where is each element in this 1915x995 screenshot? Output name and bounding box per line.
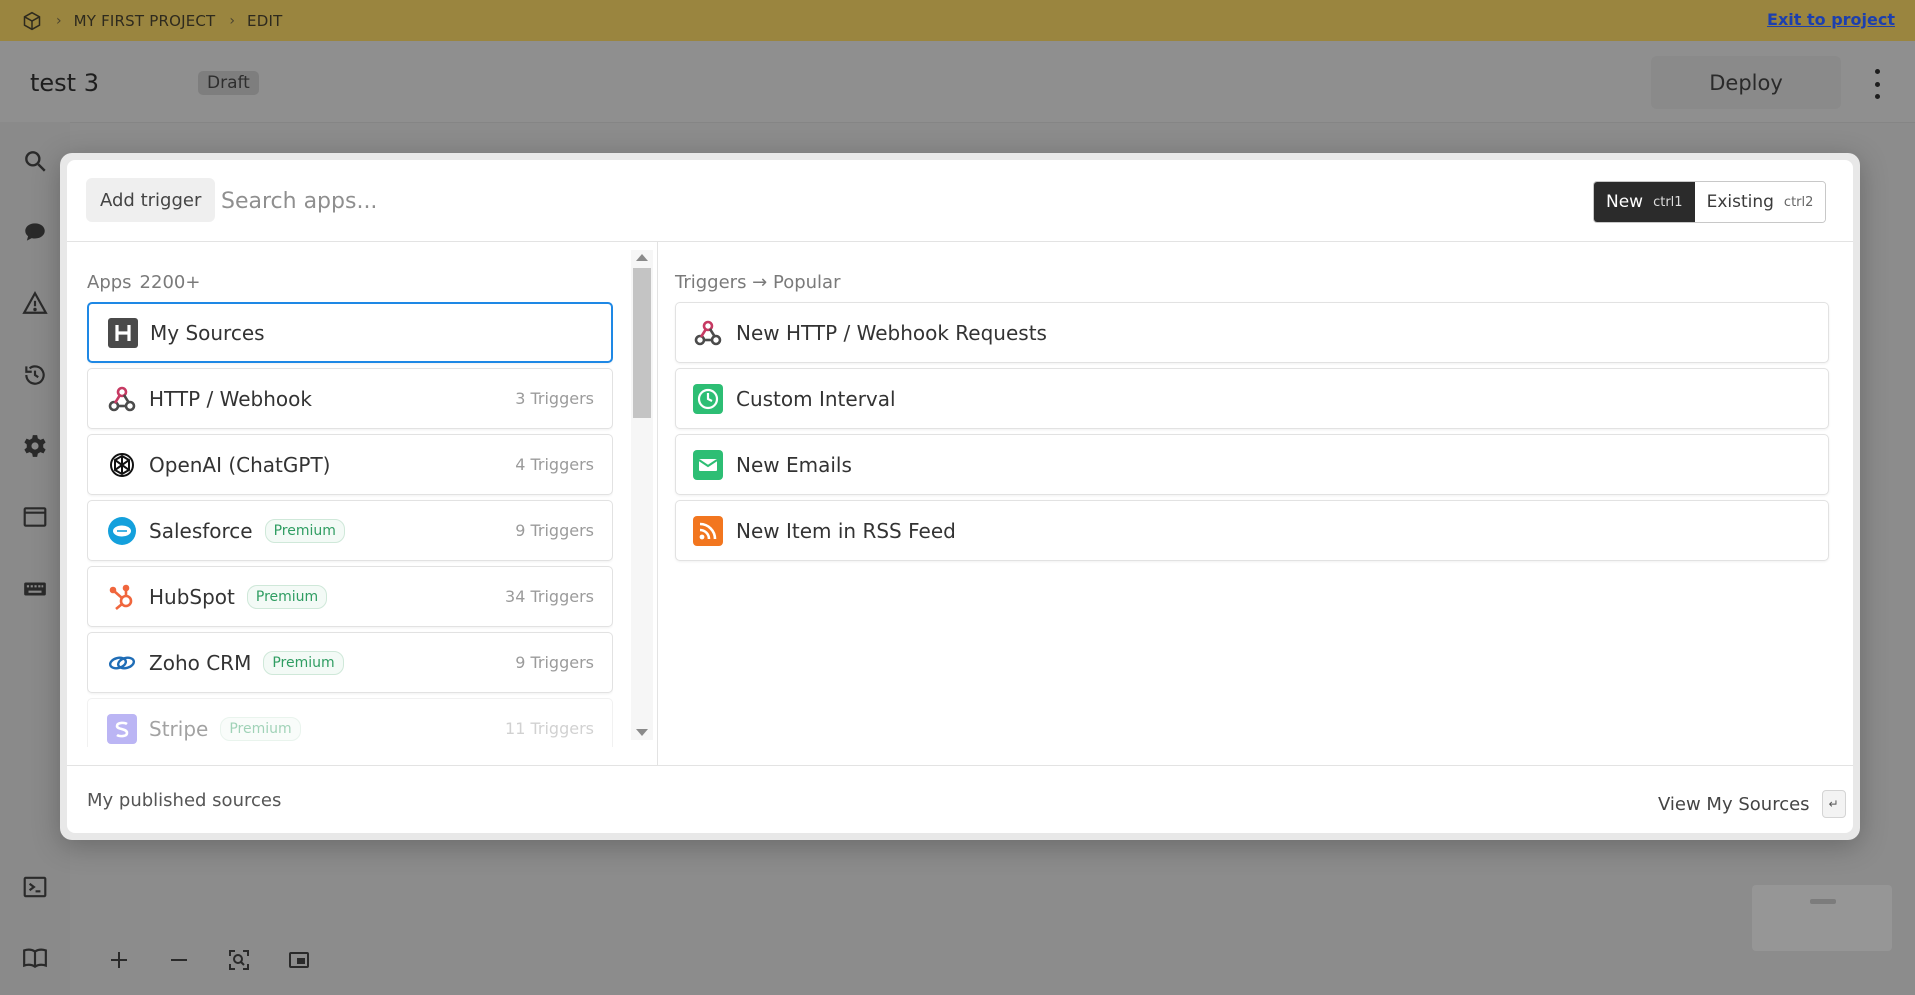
keyboard-icon[interactable]: [22, 576, 48, 602]
app-item-my-sources[interactable]: My Sources: [87, 302, 613, 363]
trigger-name: New HTTP / Webhook Requests: [736, 320, 1047, 345]
app-name: Salesforce: [149, 518, 253, 543]
view-my-sources-label: View My Sources: [1658, 793, 1810, 815]
zoom-out-icon[interactable]: [160, 945, 198, 975]
modal-header: Add trigger New ctrl1 Existing ctrl2: [67, 160, 1853, 242]
app-item-hubspot[interactable]: HubSpot Premium 34 Triggers: [87, 566, 613, 627]
email-icon: [693, 449, 723, 480]
workflow-header: test 3 Draft Deploy: [0, 41, 1915, 123]
premium-badge: Premium: [264, 518, 345, 543]
triggers-section-title: Triggers → Popular: [675, 272, 841, 293]
apps-count: 2200+: [139, 272, 201, 293]
salesforce-icon: [107, 516, 137, 546]
premium-badge: Premium: [220, 716, 301, 741]
new-existing-toggle: New ctrl1 Existing ctrl2: [1593, 181, 1827, 223]
breadcrumb-edit: EDIT: [247, 11, 283, 30]
webhook-icon: [107, 384, 137, 414]
app-item-salesforce[interactable]: Salesforce Premium 9 Triggers: [87, 500, 613, 561]
app-item-openai[interactable]: OpenAI (ChatGPT) 4 Triggers: [87, 434, 613, 495]
hubspot-icon: [107, 582, 137, 612]
minimap[interactable]: [1752, 885, 1892, 951]
workflow-title[interactable]: test 3: [30, 69, 99, 97]
window-icon[interactable]: [22, 504, 48, 530]
trigger-count: 34 Triggers: [505, 587, 594, 606]
gear-icon[interactable]: [22, 433, 48, 459]
scrollbar-thumb[interactable]: [633, 268, 651, 418]
app-name: OpenAI (ChatGPT): [149, 452, 331, 477]
new-shortcut: ctrl1: [1653, 194, 1683, 210]
clock-icon: [693, 383, 723, 414]
zoho-icon: [107, 648, 137, 678]
chevron-right-icon: ›: [56, 12, 62, 29]
new-option-label: New: [1606, 192, 1644, 212]
trigger-name: Custom Interval: [736, 386, 896, 411]
chat-icon[interactable]: [22, 219, 48, 245]
published-sources-label: My published sources: [87, 790, 282, 811]
app-name: HubSpot: [149, 584, 235, 609]
trigger-count: 9 Triggers: [515, 653, 594, 672]
deploy-button[interactable]: Deploy: [1651, 56, 1841, 109]
trigger-name: New Emails: [736, 452, 852, 477]
project-banner: › MY FIRST PROJECT › EDIT Exit to projec…: [0, 0, 1915, 41]
canvas-toolbar: [100, 945, 318, 975]
trigger-count: 3 Triggers: [515, 389, 594, 408]
app-name: My Sources: [150, 320, 265, 345]
my-sources-icon: [108, 317, 138, 348]
trigger-count: 11 Triggers: [505, 719, 594, 738]
minimap-toggle-icon[interactable]: [280, 945, 318, 975]
openai-icon: [107, 450, 137, 480]
triggers-pane: Triggers → Popular New HTTP / Webhook Re…: [658, 242, 1853, 765]
trigger-list: New HTTP / Webhook Requests Custom Inter…: [675, 302, 1829, 566]
app-item-http-webhook[interactable]: HTTP / Webhook 3 Triggers: [87, 368, 613, 429]
fit-view-icon[interactable]: [220, 945, 258, 975]
rss-icon: [693, 515, 723, 546]
enter-key-icon: ↵: [1821, 790, 1846, 818]
premium-badge: Premium: [263, 650, 344, 675]
trigger-count: 9 Triggers: [515, 521, 594, 540]
add-trigger-modal: Add trigger New ctrl1 Existing ctrl2 App…: [67, 160, 1853, 833]
chevron-right-icon: ›: [229, 12, 236, 29]
trigger-item-new-http-webhook-requests[interactable]: New HTTP / Webhook Requests: [675, 302, 1829, 363]
app-list: My Sources HTTP / Webhook 3 Triggers Ope…: [87, 302, 613, 747]
history-icon[interactable]: [22, 362, 48, 388]
cube-icon[interactable]: [22, 11, 42, 31]
apps-scrollbar[interactable]: [631, 250, 653, 740]
warning-icon[interactable]: [22, 290, 48, 316]
add-trigger-label: Add trigger: [86, 178, 216, 222]
app-name: Stripe: [149, 716, 209, 741]
stripe-icon: [107, 713, 137, 744]
apps-pane: Apps 2200+ My Sources HTTP / Webhook 3 Tr…: [67, 242, 658, 765]
search-icon[interactable]: [22, 148, 48, 174]
more-options-icon[interactable]: [1866, 69, 1888, 99]
premium-badge: Premium: [246, 584, 328, 609]
app-item-zoho-crm[interactable]: Zoho CRM Premium 9 Triggers: [87, 632, 613, 693]
exit-to-project-link[interactable]: Exit to project: [1767, 10, 1895, 29]
trigger-item-custom-interval[interactable]: Custom Interval: [675, 368, 1829, 429]
trigger-count: 4 Triggers: [515, 455, 594, 474]
zoom-in-icon[interactable]: [100, 945, 138, 975]
existing-option-label: Existing: [1706, 192, 1774, 212]
breadcrumb-project[interactable]: MY FIRST PROJECT: [74, 12, 216, 30]
modal-footer: My published sources View My Sources ↵: [67, 765, 1853, 833]
scroll-down-icon[interactable]: [636, 729, 648, 736]
apps-section-title: Apps 2200+: [87, 272, 200, 293]
trigger-name: New Item in RSS Feed: [736, 518, 956, 543]
existing-option[interactable]: Existing ctrl2: [1694, 182, 1826, 222]
app-name: HTTP / Webhook: [149, 386, 312, 411]
view-my-sources-button[interactable]: View My Sources ↵: [1658, 790, 1846, 818]
book-icon[interactable]: [22, 945, 48, 971]
search-apps-input[interactable]: [219, 178, 1123, 224]
app-name: Zoho CRM: [149, 650, 252, 675]
status-badge: Draft: [198, 71, 259, 95]
trigger-item-new-emails[interactable]: New Emails: [675, 434, 1829, 495]
scroll-up-icon[interactable]: [636, 254, 648, 261]
trigger-item-new-item-in-rss-feed[interactable]: New Item in RSS Feed: [675, 500, 1829, 561]
existing-shortcut: ctrl2: [1783, 194, 1814, 210]
app-item-stripe[interactable]: Stripe Premium 11 Triggers: [87, 698, 613, 747]
terminal-icon[interactable]: [22, 874, 48, 900]
apps-title: Apps: [87, 272, 132, 293]
webhook-icon: [693, 318, 723, 348]
new-option[interactable]: New ctrl1: [1594, 182, 1695, 222]
